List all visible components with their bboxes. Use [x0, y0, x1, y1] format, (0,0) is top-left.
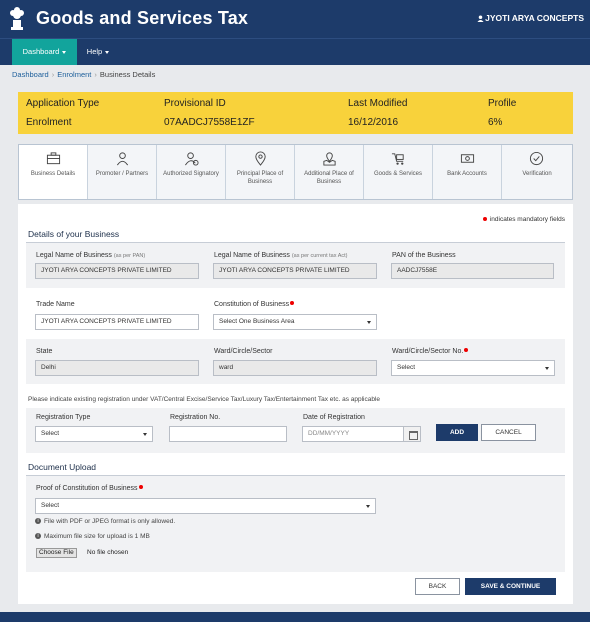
existing-registration-note: Please indicate existing registration un…: [28, 396, 381, 403]
tab-bank-accounts[interactable]: Bank Accounts: [433, 145, 502, 199]
info-icon: i: [35, 518, 41, 525]
legal-name-pan-label: Legal Name of Business (as per PAN): [36, 252, 146, 259]
ward-no-select[interactable]: Select: [391, 360, 555, 376]
section-business-title: Details of your Business: [28, 229, 120, 239]
provisional-id-label: Provisional ID: [164, 98, 226, 109]
pan-field: AADCJ7558E: [391, 263, 554, 279]
trade-name-label: Trade Name: [36, 301, 75, 308]
ward-no-label: Ward/Circle/Sector No.: [392, 348, 469, 355]
nav-dashboard-label: Dashboard: [22, 47, 60, 56]
step-label: Principal Place of Business: [236, 171, 284, 185]
enrolment-steps: Business Details Promoter / Partners Aut…: [18, 144, 573, 200]
ward-field: ward: [213, 360, 377, 376]
last-modified-label: Last Modified: [348, 98, 408, 109]
nav-help-label: Help: [86, 47, 103, 56]
choose-file-button[interactable]: Choose File: [36, 548, 77, 558]
step-label: Goods & Services: [373, 171, 423, 177]
footer-bar: [0, 612, 590, 622]
legal-name-tax-field: JYOTI ARYA CONCEPTS PRIVATE LIMITED: [213, 263, 377, 279]
trade-name-input[interactable]: JYOTI ARYA CONCEPTS PRIVATE LIMITED: [35, 314, 199, 330]
state-label: State: [36, 348, 53, 355]
step-label: Business Details: [30, 171, 76, 177]
required-dot-icon: [482, 217, 487, 221]
back-button[interactable]: BACK: [415, 578, 460, 595]
nav-help[interactable]: Help: [78, 39, 118, 65]
national-emblem-icon: [10, 7, 24, 30]
business-details-form: indicates mandatory fields Details of yo…: [18, 204, 573, 604]
bank-cash-icon: [460, 154, 475, 163]
info-icon: i: [35, 533, 41, 540]
section-docs-title: Document Upload: [28, 462, 97, 472]
pan-label: PAN of the Business: [392, 252, 456, 259]
legal-name-pan-field: JYOTI ARYA CONCEPTS PRIVATE LIMITED: [35, 263, 199, 279]
main-nav: Dashboard Help: [0, 38, 590, 65]
tab-principal-place[interactable]: Principal Place of Business: [226, 145, 295, 199]
tab-verification[interactable]: Verification: [502, 145, 572, 199]
user-name: JYOTI ARYA CONCEPTS: [485, 13, 584, 23]
breadcrumb-current: Business Details: [99, 70, 156, 79]
goods-cart-icon: [391, 153, 404, 165]
provisional-id-value: 07AADCJ7558E1ZF: [164, 117, 255, 128]
tab-authorized-signatory[interactable]: Authorized Signatory: [157, 145, 226, 199]
site-title: Goods and Services Tax: [36, 8, 249, 28]
state-field: Delhi: [35, 360, 199, 376]
registration-no-input[interactable]: [169, 426, 287, 442]
last-modified-value: 16/12/2016: [348, 117, 399, 128]
ward-label: Ward/Circle/Sector: [214, 348, 273, 355]
required-dot-icon: [464, 348, 469, 352]
briefcase-icon: [46, 152, 61, 165]
step-label: Authorized Signatory: [163, 171, 219, 177]
location-pin-icon: [255, 151, 266, 166]
application-type-label: Application Type: [26, 98, 100, 109]
registration-date-label: Date of Registration: [303, 414, 365, 421]
breadcrumb-enrolment[interactable]: Enrolment: [57, 70, 91, 79]
tab-goods-services[interactable]: Goods & Services: [364, 145, 433, 199]
checkmark-circle-icon: [529, 151, 544, 166]
application-info-bar: Application Type Enrolment Provisional I…: [18, 92, 573, 134]
save-continue-button[interactable]: SAVE & CONTINUE: [465, 578, 556, 595]
user-icon: [477, 15, 484, 23]
registration-no-label: Registration No.: [170, 414, 221, 421]
constitution-select[interactable]: Select One Business Area: [213, 314, 377, 330]
file-size-note: i Maximum file size for upload is 1 MB: [35, 533, 150, 540]
step-label: Promoter / Partners: [95, 171, 149, 177]
application-type-value: Enrolment: [26, 117, 72, 128]
step-label: Additional Place of Business: [304, 171, 354, 185]
person-icon: [116, 152, 129, 166]
step-label: Verification: [522, 171, 552, 177]
user-menu[interactable]: JYOTI ARYA CONCEPTS: [477, 13, 584, 23]
registration-type-select[interactable]: Select: [35, 426, 153, 442]
cancel-button[interactable]: CANCEL: [481, 424, 536, 441]
tab-additional-place[interactable]: Additional Place of Business: [295, 145, 364, 199]
file-format-note: i File with PDF or JPEG format is only al…: [35, 518, 175, 525]
required-dot-icon: [290, 301, 295, 305]
nav-dashboard[interactable]: Dashboard: [12, 39, 77, 65]
file-status-text: No file chosen: [87, 549, 129, 556]
registration-date-input[interactable]: DD/MM/YYYY: [302, 426, 421, 442]
step-label: Bank Accounts: [447, 171, 487, 177]
proof-label: Proof of Constitution of Business: [36, 485, 143, 492]
registration-type-label: Registration Type: [36, 414, 91, 421]
tab-business-details[interactable]: Business Details: [19, 145, 88, 199]
tab-promoter-partners[interactable]: Promoter / Partners: [88, 145, 157, 199]
mandatory-note: indicates mandatory fields: [482, 216, 565, 223]
map-location-icon: [323, 152, 336, 166]
calendar-icon[interactable]: [403, 427, 420, 441]
legal-name-tax-label: Legal Name of Business (as per current t…: [214, 252, 348, 259]
mandatory-note-text: indicates mandatory fields: [489, 216, 565, 223]
profile-label: Profile: [488, 98, 517, 109]
breadcrumb: Dashboard › Enrolment › Business Details: [12, 70, 156, 79]
signatory-icon: [185, 152, 199, 166]
chevron-down-icon: [62, 50, 67, 54]
chevron-down-icon: [105, 50, 110, 54]
profile-value: 6%: [488, 117, 503, 128]
top-header: Goods and Services Tax JYOTI ARYA CONCEP…: [0, 0, 590, 38]
add-button[interactable]: ADD: [436, 424, 478, 441]
constitution-label: Constitution of Business: [214, 301, 295, 308]
breadcrumb-dashboard[interactable]: Dashboard: [12, 70, 49, 79]
date-placeholder: DD/MM/YYYY: [308, 430, 350, 437]
required-dot-icon: [138, 485, 143, 489]
proof-select[interactable]: Select: [35, 498, 376, 514]
